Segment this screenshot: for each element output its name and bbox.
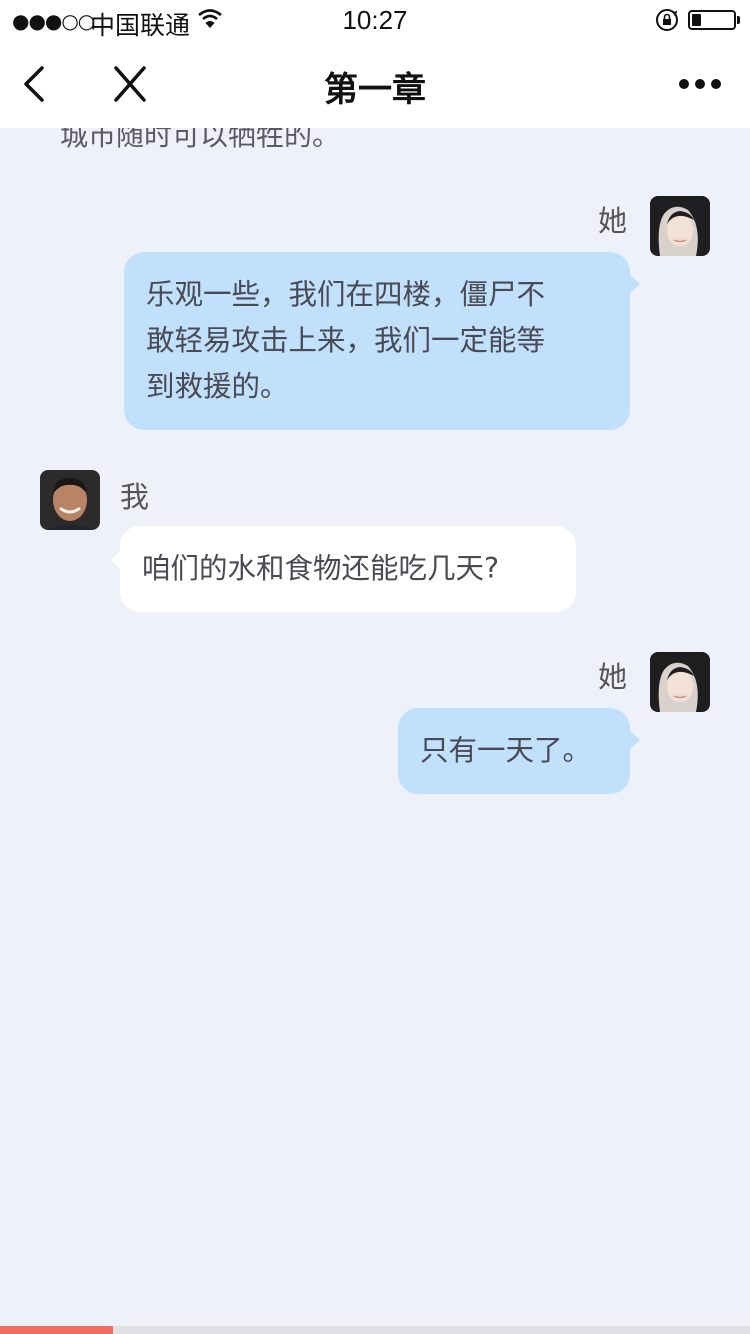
- close-icon[interactable]: [108, 64, 152, 104]
- battery-icon: [688, 10, 736, 30]
- chevron-left-icon[interactable]: [14, 62, 54, 106]
- bubble-tail: [629, 730, 640, 750]
- message-line: 敢轻易攻击上来，我们一定能等: [146, 324, 546, 357]
- her-avatar[interactable]: [650, 196, 710, 256]
- reading-progress-fill: [0, 1326, 113, 1334]
- rotation-lock-icon: [656, 9, 678, 31]
- message-line: 只有一天了。: [420, 734, 592, 767]
- sender-name: 她: [598, 204, 628, 238]
- my-avatar[interactable]: [40, 470, 100, 530]
- status-bar: ●●●○○ 中国联通 10:27: [0, 0, 750, 40]
- more-dots-icon[interactable]: [672, 64, 728, 104]
- message-line: 咱们的水和食物还能吃几天?: [142, 552, 500, 585]
- sender-name: 她: [598, 660, 628, 694]
- her-avatar[interactable]: [650, 652, 710, 712]
- chat-bubble-me: 咱们的水和食物还能吃几天?: [110, 526, 576, 612]
- sender-name: 我: [120, 480, 150, 514]
- previous-message-text: 城市随时可以牺牲的。: [60, 128, 341, 152]
- chat-bubble-her: 只有一天了。: [398, 708, 640, 794]
- status-time: 10:27: [342, 5, 408, 35]
- bubble-tail: [629, 274, 640, 294]
- message-line: 乐观一些，我们在四楼，僵尸不: [146, 278, 546, 311]
- chat-bubble-her: 乐观一些，我们在四楼，僵尸不 敢轻易攻击上来，我们一定能等 到救援的。: [124, 252, 640, 430]
- battery-level: [692, 14, 702, 26]
- battery-tip: [737, 16, 740, 24]
- bubble-tail: [110, 550, 121, 570]
- nav-bar: 第一章: [0, 40, 750, 128]
- reading-progress-bar: [0, 1326, 750, 1334]
- chat-area[interactable]: 城市随时可以牺牲的。 她 乐观一些，我们在四楼，僵尸不 敢轻易攻击上来，我们一定…: [0, 128, 750, 1326]
- message-line: 到救援的。: [146, 370, 289, 403]
